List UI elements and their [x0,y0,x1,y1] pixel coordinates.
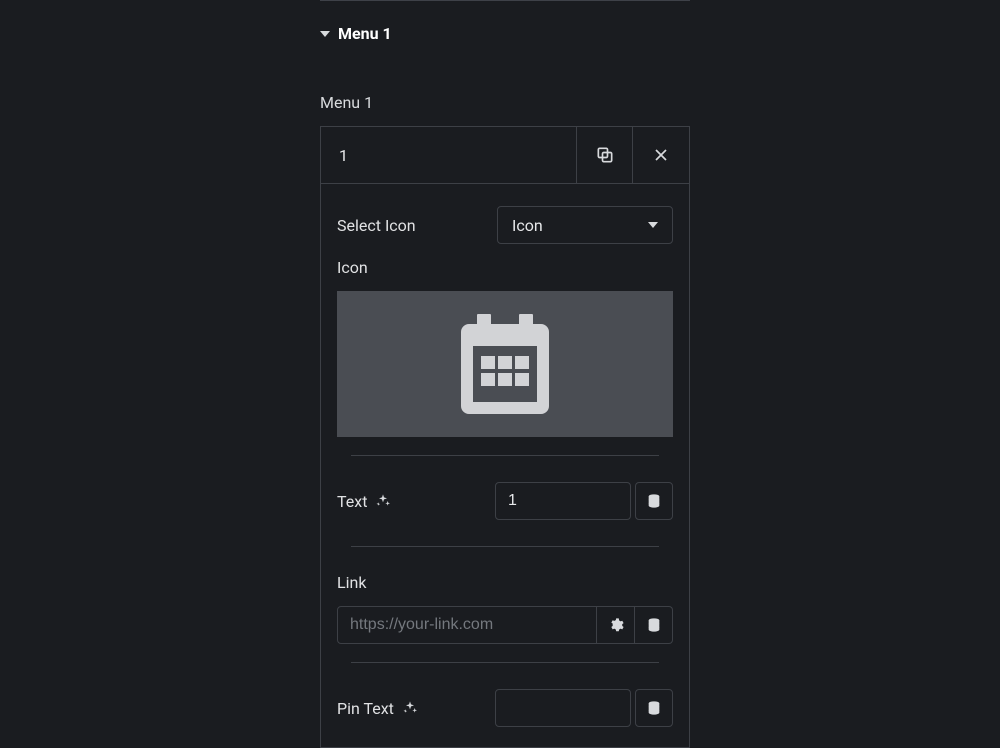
duplicate-button[interactable] [577,127,633,183]
calendar-icon [461,314,549,414]
link-label: Link [337,573,673,592]
icon-type-value: Icon [512,216,543,235]
caret-down-icon [320,31,330,37]
item-title: 1 [339,146,348,165]
pin-text-field-label: Pin Text [337,699,418,718]
gear-icon [608,617,624,633]
dynamic-data-button[interactable] [635,482,673,520]
link-dynamic-button[interactable] [635,606,673,644]
divider [351,546,659,547]
pin-text-input[interactable] [495,689,631,727]
copy-icon [595,145,615,165]
icon-label: Icon [337,258,673,277]
link-input[interactable] [337,606,597,644]
card-body: Select Icon Icon Icon [321,183,689,747]
card-header: 1 [321,127,689,183]
database-icon [646,493,662,509]
sparkle-icon [375,493,391,509]
sparkle-icon [402,700,418,716]
text-input[interactable] [495,482,631,520]
icon-type-select[interactable]: Icon [497,206,673,244]
divider [320,0,690,1]
section-header[interactable]: Menu 1 [320,0,690,43]
item-title-cell[interactable]: 1 [321,127,577,183]
menu-sub-label: Menu 1 [320,93,690,112]
database-icon [646,700,662,716]
text-field-label: Text [337,492,391,511]
caret-down-icon [648,222,658,228]
pin-text-dynamic-button[interactable] [635,689,673,727]
database-icon [646,617,662,633]
pin-text-label: Pin Text [337,699,394,718]
close-icon [651,145,671,165]
link-settings-button[interactable] [597,606,635,644]
text-label: Text [337,492,367,511]
menu-item-card: 1 Select Icon Icon Icon [320,126,690,748]
icon-preview[interactable] [337,291,673,437]
section-title: Menu 1 [338,24,392,43]
remove-button[interactable] [633,127,689,183]
select-icon-label: Select Icon [337,216,416,235]
divider [351,455,659,456]
divider [351,662,659,663]
